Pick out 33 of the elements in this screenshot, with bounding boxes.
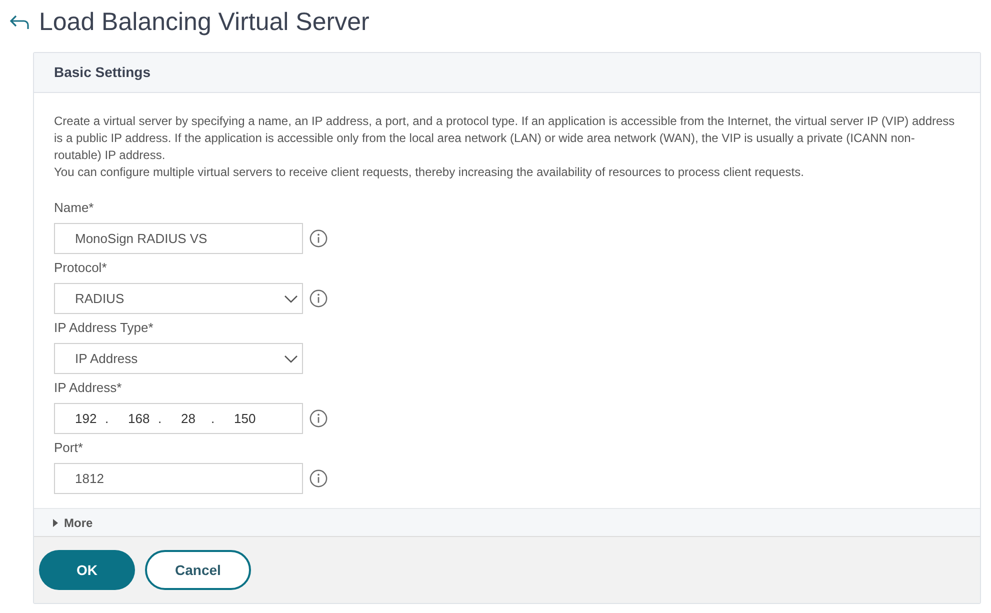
field-label: IP Address* (54, 380, 123, 395)
back-arrow-icon[interactable] (8, 15, 30, 31)
description-text: You can configure multiple virtual servers to receive client requests, thereby increasing the availability of resources to process client requests. (54, 164, 805, 181)
ip-separator: . (105, 410, 110, 428)
ok-button[interactable]: OK (39, 550, 135, 590)
info-icon[interactable] (309, 409, 328, 428)
page-title: Load Balancing Virtual Server (39, 7, 370, 38)
cancel-button[interactable]: Cancel (145, 550, 251, 590)
text-field[interactable]: 1812 (54, 463, 303, 494)
chevron-down-icon (284, 354, 298, 364)
ip-octet: 168 (128, 410, 151, 428)
expand-triangle-icon (52, 518, 59, 528)
ip-address-input[interactable]: 192 . 168 . 28 . 150 (54, 403, 303, 434)
ip-octet: 150 (234, 410, 257, 428)
chevron-down-icon (284, 294, 298, 304)
ip-separator: . (211, 410, 216, 428)
info-icon[interactable] (309, 289, 328, 308)
ip-octet: 192 (75, 410, 98, 428)
section-title: Basic Settings (54, 63, 150, 82)
field-label: Protocol* (54, 260, 108, 275)
info-icon[interactable] (309, 229, 328, 248)
ip-octet: 28 (181, 410, 196, 428)
dropdown-field[interactable]: IP Address (54, 343, 303, 374)
description-text: Create a virtual server by specifying a name, an IP address, a port, and a protocol type. If an application is accessible from the Internet, the virtual server IP (VIP) address is a public IP address. If the application is accessible only from the local area network (LAN) or wide area network (WAN), the VIP is usually a private (ICANN non-routable) IP address. (54, 113, 956, 164)
field-label: IP Address Type* (54, 320, 154, 335)
dropdown-field[interactable]: RADIUS (54, 283, 303, 314)
text-field[interactable]: MonoSign RADIUS VS (54, 223, 303, 254)
more-label: More (64, 514, 93, 532)
field-label: Name* (54, 200, 95, 215)
field-label: Port* (54, 440, 84, 455)
ip-separator: . (158, 410, 163, 428)
more-section[interactable]: More (34, 508, 980, 536)
info-icon[interactable] (309, 469, 328, 488)
